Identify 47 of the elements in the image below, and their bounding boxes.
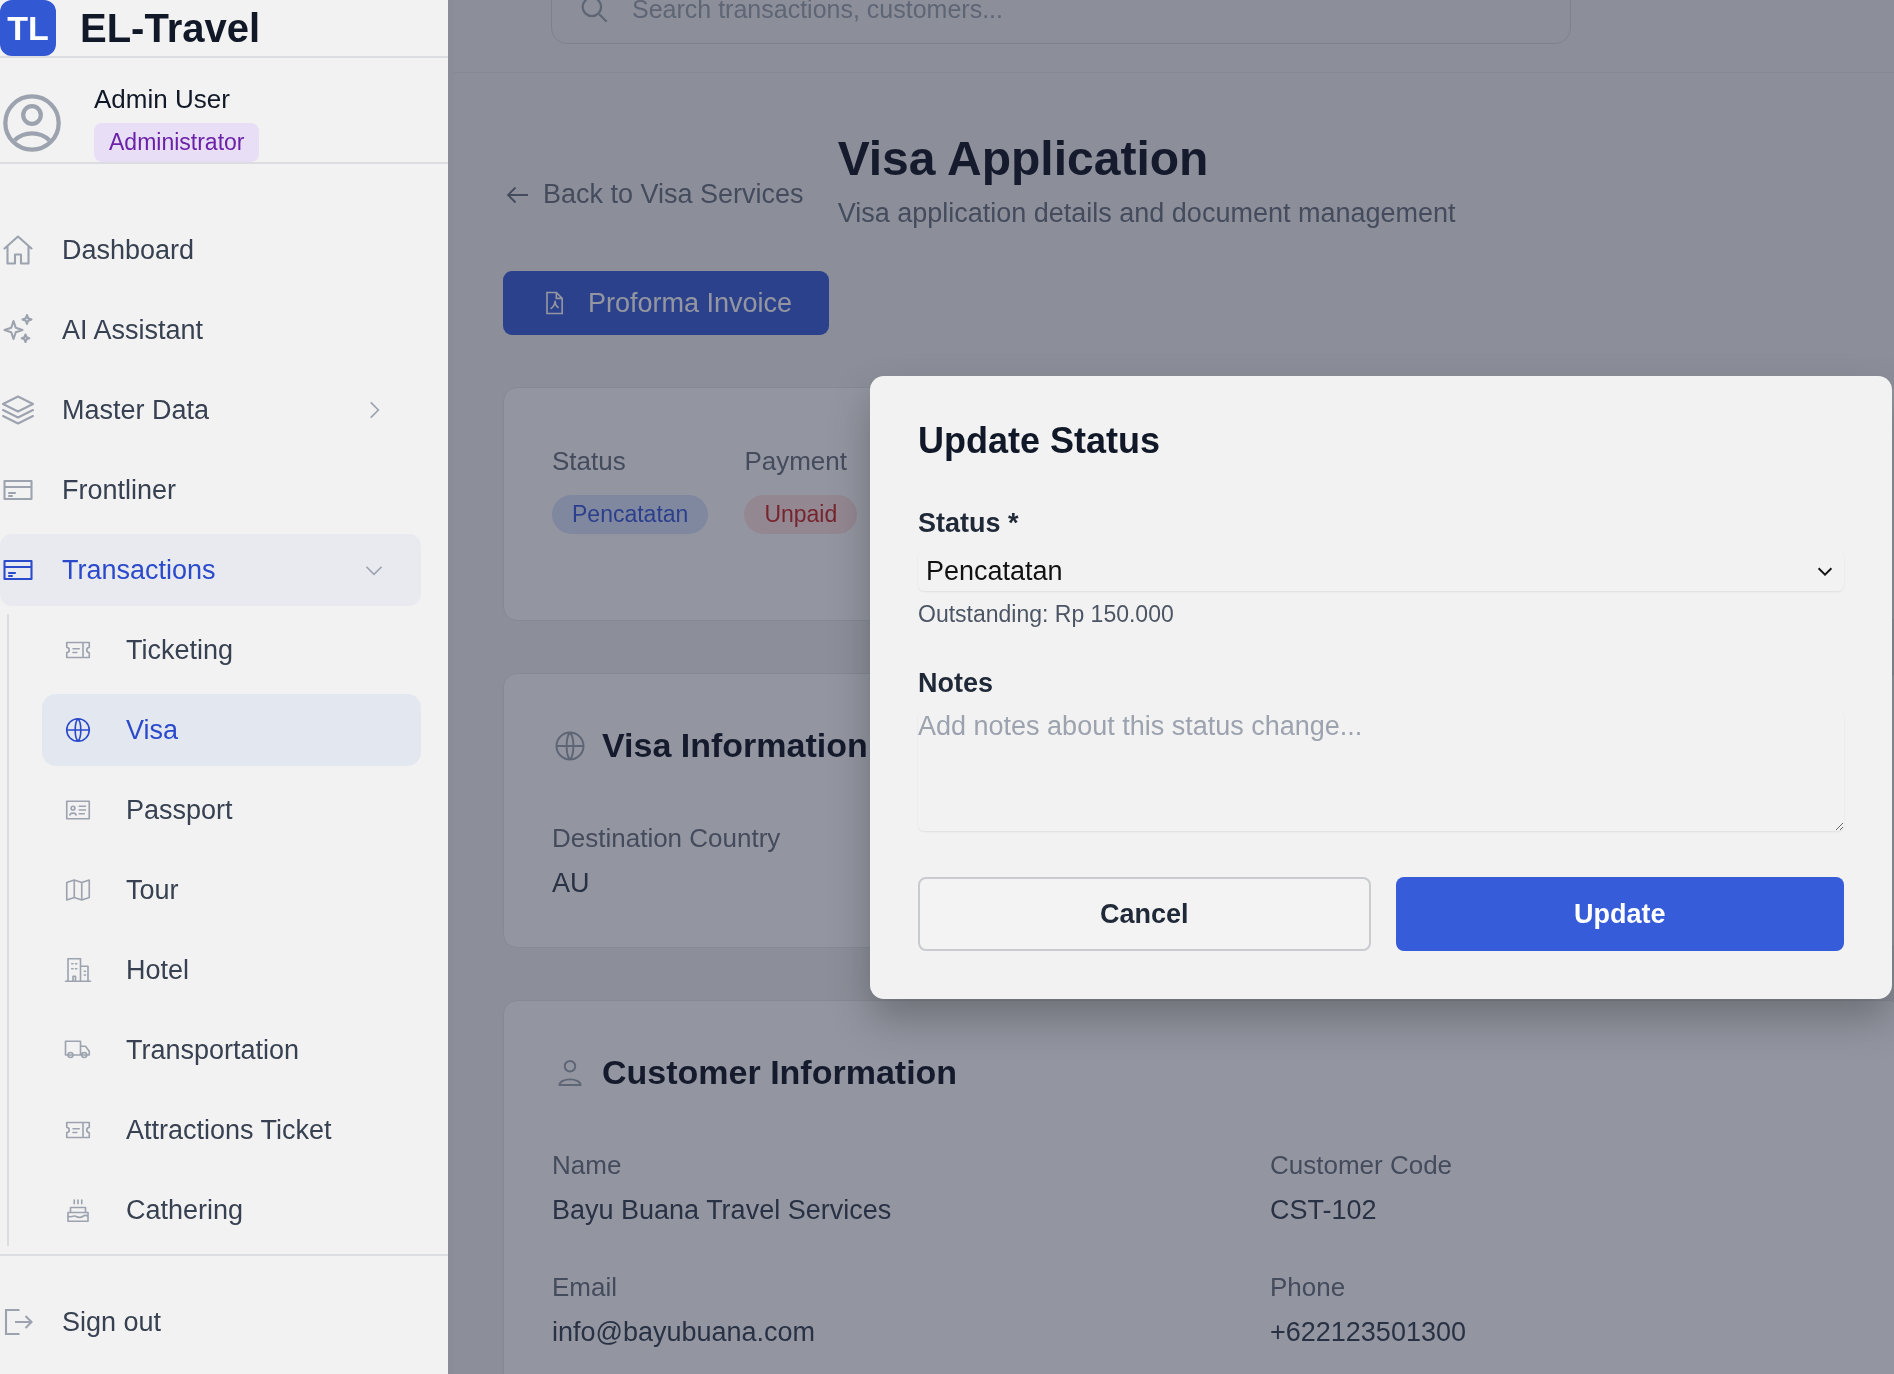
- outstanding-text: Outstanding: Rp 150.000: [918, 601, 1175, 628]
- sidebar-item[interactable]: Ticketing: [42, 614, 421, 686]
- sidebar-item[interactable]: Tour: [42, 854, 421, 926]
- sidebar-item[interactable]: Transactions: [0, 534, 421, 606]
- update-button[interactable]: Update: [1395, 877, 1844, 951]
- page-subtitle: Visa application details and document management: [837, 198, 1456, 229]
- sign-out-link[interactable]: Sign out: [0, 1286, 448, 1358]
- cancel-button[interactable]: Cancel: [918, 877, 1371, 951]
- field-value: CST-102: [1270, 1195, 1378, 1226]
- sidebar-item[interactable]: Passport: [42, 774, 421, 846]
- field-label: Phone: [1270, 1272, 1347, 1303]
- field-label: Status: [552, 446, 626, 477]
- sidebar-item[interactable]: Visa: [42, 694, 421, 766]
- field-value: AU: [552, 868, 591, 899]
- section-title: Visa Information: [602, 726, 868, 765]
- sidebar-item[interactable]: Cathering: [42, 1174, 421, 1246]
- status-tag: Pencatatan: [552, 495, 709, 534]
- status-tag: Unpaid: [744, 495, 858, 534]
- user-name: Admin User: [94, 84, 230, 115]
- field-label: Destination Country: [552, 823, 782, 854]
- field-label: Customer Code: [1270, 1150, 1454, 1181]
- sidebar-item[interactable]: Dashboard: [0, 214, 421, 286]
- logo-badge: TL: [0, 0, 56, 56]
- field-value: +622123501300: [1270, 1317, 1467, 1348]
- field-label: Payment: [744, 446, 847, 477]
- page-title: Visa Application: [837, 131, 1210, 186]
- app-name: EL-Travel: [80, 5, 261, 51]
- section-title: Customer Information: [602, 1053, 958, 1092]
- role-tag: Administrator: [94, 123, 260, 162]
- field-label: Status *: [918, 508, 1020, 539]
- globe-icon: [63, 715, 93, 745]
- status-select[interactable]: Pencatatan: [918, 551, 1844, 591]
- sidebar-item[interactable]: AI Assistant: [0, 294, 421, 366]
- sidebar-item[interactable]: Frontliner: [0, 454, 421, 526]
- building-icon: [63, 955, 93, 985]
- avatar-icon: [0, 91, 64, 155]
- sidebar-item[interactable]: Master Data: [0, 374, 421, 446]
- field-label: Email: [552, 1272, 618, 1303]
- sidebar-item[interactable]: Transportation: [42, 1014, 421, 1086]
- sidebar-item[interactable]: Hotel: [42, 934, 421, 1006]
- field-label: Name: [552, 1150, 623, 1181]
- dialog-title: Update Status: [918, 420, 1162, 462]
- sidebar-item[interactable]: Attractions Ticket: [42, 1094, 421, 1166]
- field-label: Notes: [918, 668, 994, 699]
- notes-field[interactable]: Add notes about this status change...: [918, 711, 1844, 831]
- field-value: info@bayubuana.com: [552, 1317, 817, 1348]
- field-value: Bayu Buana Travel Services: [552, 1195, 893, 1226]
